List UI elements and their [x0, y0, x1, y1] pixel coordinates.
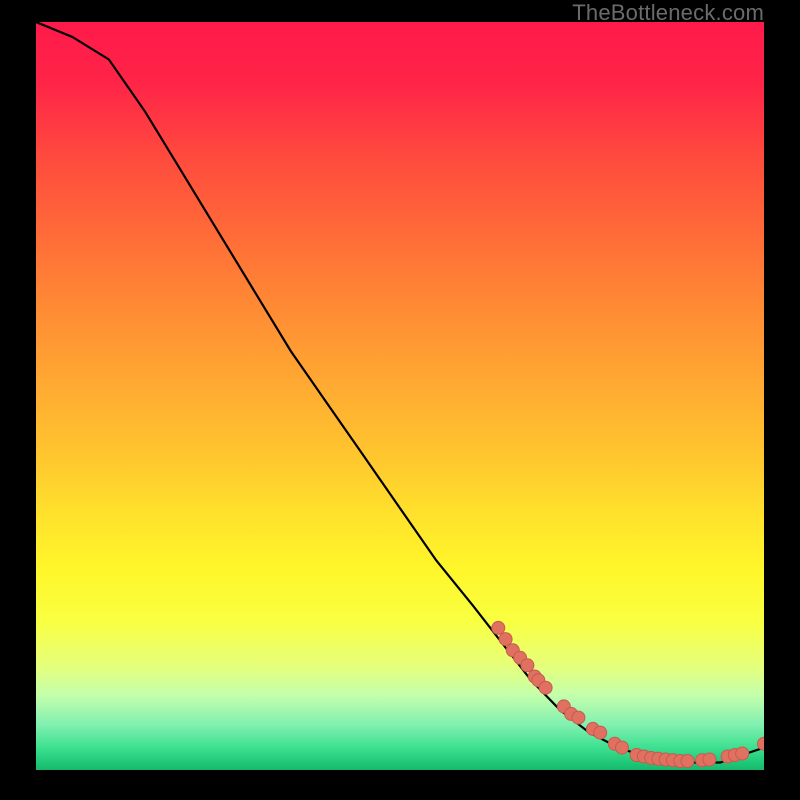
data-marker [703, 753, 716, 766]
curve-layer [36, 22, 764, 770]
data-marker [616, 741, 629, 754]
data-marker [499, 633, 512, 646]
data-marker [572, 711, 585, 724]
data-marker [521, 659, 534, 672]
data-marker [492, 621, 505, 634]
chart-frame: TheBottleneck.com [0, 0, 800, 800]
data-marker [736, 747, 749, 760]
data-marker [539, 681, 552, 694]
data-marker [594, 726, 607, 739]
plot-area [36, 22, 764, 770]
curve-path [36, 22, 764, 763]
data-marker [681, 755, 694, 768]
marker-group [492, 621, 764, 767]
